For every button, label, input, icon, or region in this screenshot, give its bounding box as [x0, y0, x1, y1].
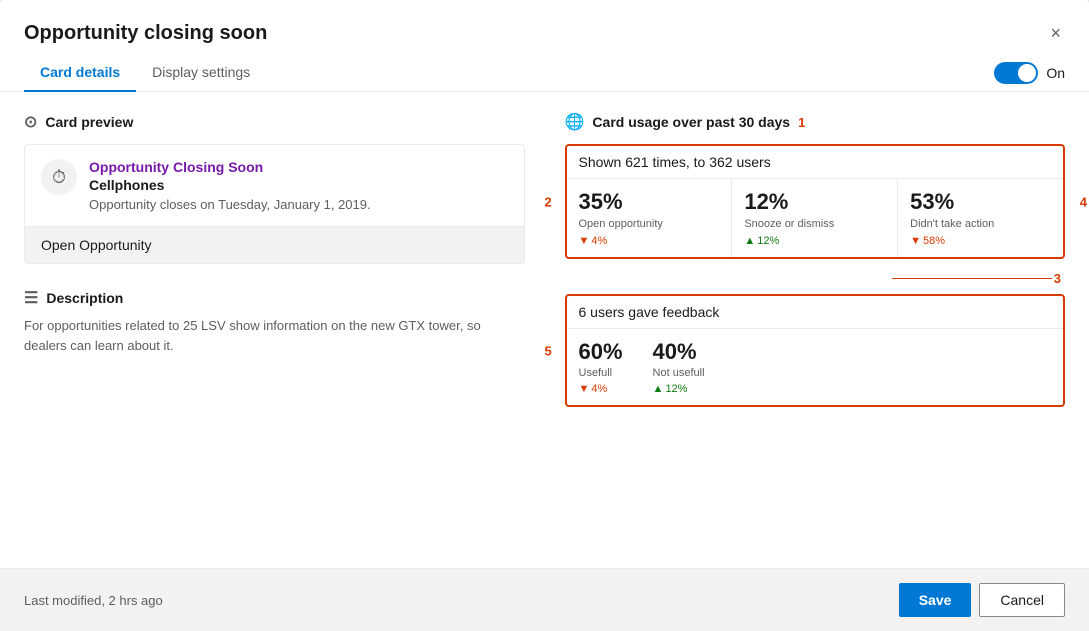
- card-preview-label: Card preview: [45, 114, 133, 130]
- stat-snooze-dismiss: 12% Snooze or dismiss ▲ 12%: [732, 179, 898, 257]
- card-inner: ⏱ Opportunity Closing Soon Cellphones Op…: [25, 145, 524, 226]
- arrow-up-icon-2: ▲: [653, 383, 664, 395]
- card-icon: ⏱: [41, 159, 77, 195]
- modal-body: ⊙ Card preview ⏱ Opportunity Closing Soo…: [0, 92, 1089, 568]
- description-text: For opportunities related to 25 LSV show…: [24, 316, 525, 355]
- modal-header: Opportunity closing soon ×: [0, 0, 1089, 46]
- card-title-link[interactable]: Opportunity Closing Soon: [89, 159, 371, 175]
- feedback-change-notusefull: ▲ 12%: [653, 383, 705, 395]
- card-action-bar[interactable]: Open Opportunity: [25, 226, 524, 263]
- card-body-text: Opportunity closes on Tuesday, January 1…: [89, 197, 371, 212]
- feedback-pct-usefull: 60%: [579, 339, 623, 365]
- preview-icon: ⊙: [24, 112, 37, 132]
- left-panel: ⊙ Card preview ⏱ Opportunity Closing Soo…: [24, 112, 525, 548]
- stats-row: 35% Open opportunity ▼ 4% 12% Snooze or …: [567, 179, 1064, 257]
- feedback-label-usefull: Usefull: [579, 367, 623, 379]
- annotation-2: 2: [545, 194, 552, 209]
- description-label: Description: [46, 290, 123, 306]
- arrow-down-icon: ▼: [579, 235, 590, 247]
- description-icon: ☰: [24, 288, 38, 308]
- shown-row: Shown 621 times, to 362 users: [567, 146, 1064, 179]
- toggle-switch[interactable]: [994, 62, 1038, 84]
- annotation-3-row: 3: [565, 271, 1066, 286]
- stat-change-snooze: ▲ 12%: [744, 235, 885, 247]
- description-section: ☰ Description For opportunities related …: [24, 288, 525, 355]
- stat-change-open: ▼ 4%: [579, 235, 720, 247]
- stat-pct-open: 35%: [579, 189, 720, 215]
- tabs-row: Card details Display settings On: [0, 54, 1089, 92]
- close-button[interactable]: ×: [1046, 20, 1065, 46]
- stat-label-snooze: Snooze or dismiss: [744, 217, 885, 231]
- card-subtitle: Cellphones: [89, 177, 371, 193]
- annotation-4: 4: [1080, 194, 1087, 209]
- arrow-down-icon-3: ▼: [579, 383, 590, 395]
- description-header: ☰ Description: [24, 288, 525, 308]
- feedback-header: 6 users gave feedback: [567, 296, 1064, 329]
- usage-outer-box: Shown 621 times, to 362 users 35% Open o…: [565, 144, 1066, 259]
- card-preview-header: ⊙ Card preview: [24, 112, 525, 132]
- stat-change-noaction: ▼ 58%: [910, 235, 1051, 247]
- stat-pct-noaction: 53%: [910, 189, 1051, 215]
- card-text-content: Opportunity Closing Soon Cellphones Oppo…: [89, 159, 371, 212]
- annotation-3: 3: [1054, 271, 1061, 286]
- save-button[interactable]: Save: [899, 583, 972, 617]
- feedback-pct-notusefull: 40%: [653, 339, 705, 365]
- card-preview-box: ⏱ Opportunity Closing Soon Cellphones Op…: [24, 144, 525, 264]
- feedback-stat-notusefull: 40% Not usefull ▲ 12%: [653, 339, 705, 395]
- footer-buttons: Save Cancel: [899, 583, 1065, 617]
- stat-label-noaction: Didn't take action: [910, 217, 1051, 231]
- arrow-down-icon-2: ▼: [910, 235, 921, 247]
- toggle-knob: [1018, 64, 1036, 82]
- annotation-1: 1: [798, 115, 805, 130]
- stat-open-opportunity: 35% Open opportunity ▼ 4%: [567, 179, 733, 257]
- right-panel: 🌐 Card usage over past 30 days 1 2 4 Sho…: [565, 112, 1066, 548]
- usage-header: 🌐 Card usage over past 30 days 1: [565, 112, 1066, 132]
- usage-stats-wrapper: 2 4 Shown 621 times, to 362 users 35% Op…: [565, 144, 1066, 259]
- toggle-label: On: [1046, 65, 1065, 81]
- usage-title: Card usage over past 30 days: [592, 114, 790, 130]
- stat-no-action: 53% Didn't take action ▼ 58%: [898, 179, 1063, 257]
- feedback-change-usefull: ▼ 4%: [579, 383, 623, 395]
- tab-display-settings[interactable]: Display settings: [136, 54, 266, 92]
- modal: Opportunity closing soon × Card details …: [0, 0, 1089, 631]
- feedback-stats: 60% Usefull ▼ 4% 40% Not usefull ▲ 12%: [567, 329, 1064, 405]
- usage-icon: 🌐: [565, 112, 585, 132]
- modal-footer: Last modified, 2 hrs ago Save Cancel: [0, 568, 1089, 631]
- arrow-up-icon: ▲: [744, 235, 755, 247]
- toggle-wrap: On: [994, 62, 1065, 84]
- cancel-button[interactable]: Cancel: [979, 583, 1065, 617]
- tab-card-details[interactable]: Card details: [24, 54, 136, 92]
- annotation-5: 5: [545, 343, 552, 358]
- modal-title: Opportunity closing soon: [24, 22, 267, 45]
- feedback-stat-usefull: 60% Usefull ▼ 4%: [579, 339, 623, 395]
- feedback-wrapper: 5 6 users gave feedback 60% Usefull ▼ 4%…: [565, 294, 1066, 407]
- annotation-3-line: [892, 278, 1052, 279]
- tabs: Card details Display settings: [24, 54, 266, 91]
- feedback-outer-box: 6 users gave feedback 60% Usefull ▼ 4% 4…: [565, 294, 1066, 407]
- feedback-label-notusefull: Not usefull: [653, 367, 705, 379]
- footer-modified: Last modified, 2 hrs ago: [24, 593, 163, 608]
- stat-pct-snooze: 12%: [744, 189, 885, 215]
- stat-label-open: Open opportunity: [579, 217, 720, 231]
